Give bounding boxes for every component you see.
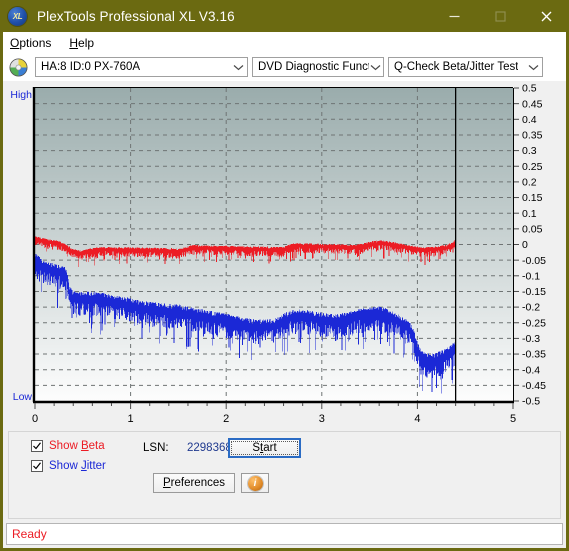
- preferences-button[interactable]: Preferences: [153, 473, 235, 493]
- chevron-down-icon: [369, 64, 383, 71]
- test-select-value: Q-Check Beta/Jitter Test: [394, 61, 519, 73]
- y-axis-tick-label: 0.1: [522, 208, 537, 220]
- y-axis-tick-label: -0.35: [522, 349, 546, 361]
- start-button[interactable]: Start: [228, 438, 301, 458]
- application-window: XL PlexTools Professional XL V3.16 Optio…: [0, 0, 569, 551]
- y-axis-tick-label: 0.3: [522, 145, 537, 157]
- y-axis-tick-label: -0.3: [522, 333, 540, 345]
- preferences-button-label: Preferences: [162, 477, 225, 489]
- chart-panel: 0.5 0.45 0.4 0.35 0.3 0.25 0.2 0.15 0.1 0.05 0 -0.0…: [3, 81, 566, 431]
- x-axis-tick-label: 2: [223, 413, 229, 425]
- menu-options-label: ptions: [19, 35, 52, 50]
- show-jitter-row[interactable]: Show Jitter: [31, 460, 106, 472]
- y-axis-tick-label: -0.15: [522, 286, 546, 298]
- show-beta-label: Show Beta: [49, 440, 105, 452]
- y-axis-tick-label: 0.2: [522, 177, 537, 189]
- show-beta-checkbox[interactable]: [31, 440, 43, 452]
- y-axis-tick-label: -0.05: [522, 255, 546, 267]
- y-axis-tick-label: -0.25: [522, 317, 546, 329]
- x-axis-tick-label: 4: [414, 413, 420, 425]
- controls-panel: Show Beta Show Jitter LSN: 2298368 Start…: [8, 431, 561, 519]
- drive-select-value: HA:8 ID:0 PX-760A: [41, 61, 141, 73]
- selector-toolbar: HA:8 ID:0 PX-760A DVD Diagnostic Functio…: [3, 53, 566, 81]
- axis-label-high: High: [10, 89, 32, 101]
- y-axis-tick-label: 0.15: [522, 192, 543, 204]
- maximize-icon[interactable]: [477, 0, 523, 32]
- optical-disc-icon: [9, 57, 28, 77]
- window-title: PlexTools Professional XL V3.16: [37, 8, 235, 24]
- menu-item-help[interactable]: Help: [69, 36, 94, 50]
- y-axis-tick-label: -0.1: [522, 270, 540, 282]
- menu-help-label: elp: [78, 35, 95, 50]
- y-axis-tick-label: -0.2: [522, 302, 540, 314]
- y-axis-tick-label: -0.5: [522, 396, 540, 408]
- menu-bar: Options Help: [3, 32, 566, 53]
- show-beta-row[interactable]: Show Beta: [31, 440, 105, 452]
- chevron-down-icon: [525, 64, 542, 71]
- y-axis-tick-label: -0.45: [522, 380, 546, 392]
- y-axis-tick-label: 0: [522, 239, 528, 251]
- chevron-down-icon: [230, 64, 247, 71]
- close-icon[interactable]: [523, 0, 569, 32]
- show-jitter-label: Show Jitter: [49, 460, 106, 472]
- lsn-value: 2298368: [187, 442, 232, 454]
- test-select[interactable]: Q-Check Beta/Jitter Test: [388, 57, 543, 77]
- xl-disc-icon: XL: [8, 6, 27, 26]
- drive-select[interactable]: HA:8 ID:0 PX-760A: [35, 57, 248, 77]
- lsn-label: LSN:: [143, 442, 169, 454]
- x-axis-tick-label: 5: [510, 413, 516, 425]
- function-select[interactable]: DVD Diagnostic Functions: [252, 57, 384, 77]
- y-axis-tick-label: 0.4: [522, 114, 537, 126]
- x-axis-tick-label: 0: [32, 413, 38, 425]
- menu-item-options[interactable]: Options: [10, 36, 51, 50]
- window-controls: [431, 0, 569, 32]
- show-jitter-checkbox[interactable]: [31, 460, 43, 472]
- status-bar: Ready: [6, 523, 563, 545]
- y-axis-tick-label: 0.35: [522, 130, 543, 142]
- axis-label-low: Low: [13, 391, 33, 403]
- info-icon: i: [247, 475, 263, 491]
- x-axis-tick-label: 1: [128, 413, 134, 425]
- status-text: Ready: [12, 527, 47, 541]
- y-axis-tick-label: 0.45: [522, 98, 543, 110]
- minimize-icon[interactable]: [431, 0, 477, 32]
- client-area: Options Help HA:8 ID:0 PX-760A DVD Diagn…: [2, 32, 567, 549]
- y-axis-tick-label: 0.5: [522, 83, 537, 95]
- function-select-value: DVD Diagnostic Functions: [258, 61, 369, 73]
- x-axis-tick-label: 3: [319, 413, 325, 425]
- y-axis-tick-label: -0.4: [522, 364, 540, 376]
- title-bar: XL PlexTools Professional XL V3.16: [0, 0, 569, 32]
- focus-ring: [231, 441, 298, 455]
- y-axis-tick-label: 0.05: [522, 223, 543, 235]
- beta-jitter-chart: 0.5 0.45 0.4 0.35 0.3 0.25 0.2 0.15 0.1 0.05 0 -0.0…: [10, 83, 546, 425]
- info-button[interactable]: i: [241, 473, 269, 493]
- y-axis-tick-label: 0.25: [522, 161, 543, 173]
